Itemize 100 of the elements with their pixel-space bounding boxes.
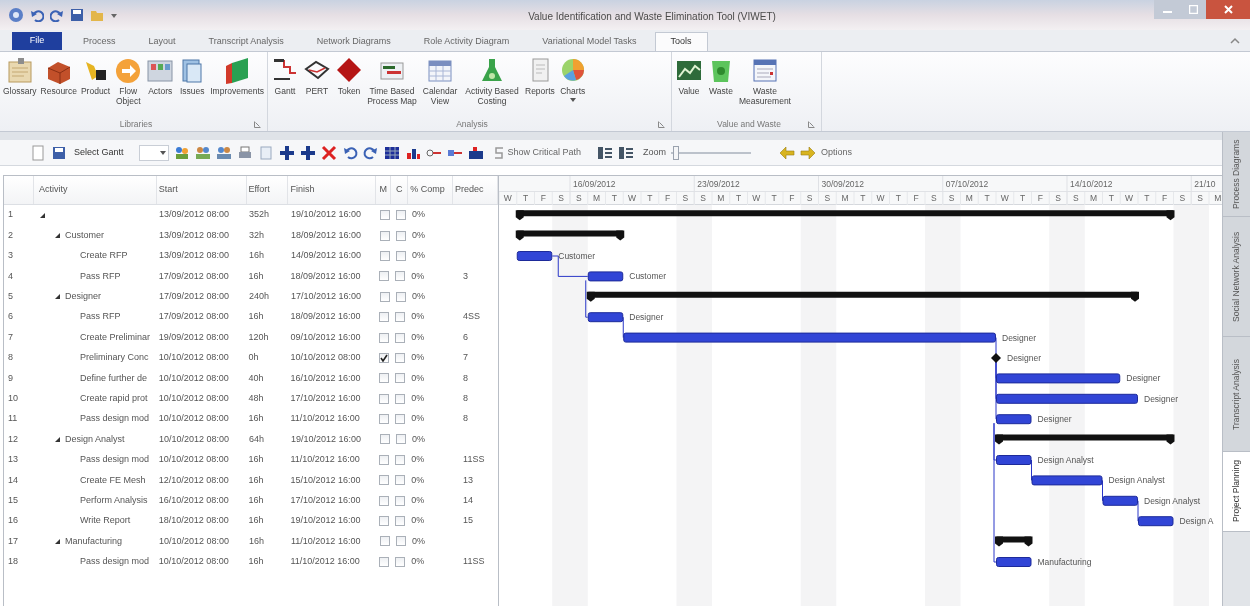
indent-icon[interactable] — [618, 144, 635, 161]
caret-icon[interactable] — [569, 98, 576, 102]
column-header[interactable]: M — [376, 176, 392, 204]
expanded-triangle-icon[interactable] — [54, 232, 61, 240]
checkbox[interactable] — [378, 352, 389, 363]
checkbox[interactable] — [394, 414, 405, 425]
summary-bar[interactable] — [515, 230, 625, 241]
summary-bar[interactable] — [995, 434, 1175, 445]
checkbox[interactable] — [379, 536, 390, 547]
corner-arrow-icon[interactable] — [658, 120, 665, 128]
task-bar[interactable] — [516, 251, 553, 261]
checkbox[interactable] — [394, 454, 405, 465]
column-header[interactable]: Activity — [33, 176, 157, 204]
ribbon-button[interactable]: Actors — [145, 56, 176, 96]
side-tab[interactable]: Process Diagrams — [1223, 132, 1250, 217]
ribbon-button[interactable]: Calendar View — [420, 56, 460, 106]
maximize-button[interactable] — [1180, 0, 1206, 19]
checkbox[interactable] — [379, 434, 390, 445]
ribbon-button[interactable]: Glossary — [2, 56, 38, 96]
corner-arrow-icon[interactable] — [254, 120, 261, 128]
people-icon[interactable] — [173, 144, 190, 161]
checkbox[interactable] — [378, 454, 389, 465]
ribbon-tab[interactable]: Network Diagrams — [301, 32, 406, 51]
ribbon-tab[interactable]: Process — [68, 32, 131, 51]
ribbon-tab[interactable]: Tools — [654, 32, 708, 51]
expanded-triangle-icon[interactable] — [54, 537, 61, 545]
minimize-button[interactable] — [1154, 0, 1180, 19]
options-button[interactable]: Options — [821, 145, 853, 160]
checkbox[interactable] — [394, 475, 405, 486]
column-header[interactable]: C — [391, 176, 409, 204]
checkbox[interactable] — [378, 475, 389, 486]
checkbox[interactable] — [394, 393, 405, 404]
chart-icon[interactable] — [467, 144, 484, 161]
task-bar[interactable] — [996, 414, 1032, 425]
checkbox[interactable] — [379, 210, 390, 221]
ribbon-button[interactable]: Gantt — [270, 56, 300, 96]
checkbox[interactable] — [378, 312, 389, 323]
checkbox[interactable] — [378, 414, 389, 425]
redo-icon[interactable] — [50, 8, 64, 22]
checkbox[interactable] — [394, 271, 405, 282]
ribbon-button[interactable]: Time Based Process Map — [366, 56, 418, 106]
ribbon-tab[interactable]: Role Activity Diagram — [408, 32, 525, 51]
people-icon[interactable] — [194, 144, 211, 161]
milestone-diamond[interactable] — [991, 353, 1001, 363]
column-header[interactable]: Predec — [453, 176, 498, 204]
redo-icon[interactable] — [362, 144, 379, 161]
caret-icon[interactable] — [159, 150, 166, 155]
task-bar[interactable] — [1138, 516, 1174, 527]
page-icon[interactable] — [30, 144, 46, 161]
close-button[interactable] — [1206, 0, 1250, 19]
indent-icon[interactable] — [597, 144, 614, 161]
checkbox[interactable] — [378, 516, 389, 527]
save-icon[interactable] — [70, 8, 84, 22]
checkbox[interactable] — [394, 373, 405, 384]
checkbox[interactable] — [378, 393, 389, 404]
task-bar[interactable] — [996, 373, 1121, 384]
summary-bar[interactable] — [586, 291, 1139, 302]
caret-icon[interactable] — [110, 11, 118, 19]
critical-path-button[interactable]: Show Critical Path — [492, 145, 582, 160]
column-header[interactable]: Effort — [246, 176, 289, 204]
checkbox[interactable] — [395, 536, 406, 547]
undo-icon[interactable] — [30, 8, 44, 22]
ribbon-button[interactable]: Charts — [557, 56, 588, 102]
ribbon-button[interactable]: Activity Based Costing — [462, 56, 522, 106]
checkbox[interactable] — [394, 352, 405, 363]
corner-arrow-icon[interactable] — [808, 120, 815, 128]
task-bar[interactable] — [587, 312, 624, 323]
checkbox[interactable] — [394, 312, 405, 323]
maximize-icon[interactable] — [1188, 5, 1198, 14]
summary-bar[interactable] — [995, 536, 1033, 547]
zoom-slider[interactable] — [671, 145, 752, 160]
plus-icon[interactable] — [278, 144, 295, 161]
ribbon-button[interactable]: Product — [79, 56, 112, 96]
plus-icon[interactable] — [299, 144, 316, 161]
checkbox[interactable] — [379, 291, 390, 302]
ribbon-button[interactable]: Token — [334, 56, 364, 96]
ribbon-button[interactable]: PERT — [302, 56, 332, 96]
checkbox[interactable] — [378, 373, 389, 384]
checkbox[interactable] — [378, 495, 389, 506]
delete-icon[interactable] — [320, 144, 337, 161]
grid-icon[interactable] — [383, 144, 400, 161]
checkbox[interactable] — [378, 556, 389, 567]
checkbox[interactable] — [394, 516, 405, 527]
ribbon-button[interactable]: Resource — [39, 56, 78, 96]
checkbox[interactable] — [378, 271, 389, 282]
column-header[interactable]: % Comp — [408, 176, 454, 204]
checkbox[interactable] — [394, 556, 405, 567]
ribbon-tab[interactable]: File — [12, 32, 62, 50]
task-bar[interactable] — [587, 271, 624, 282]
app-icon[interactable] — [8, 7, 24, 23]
task-bar[interactable] — [996, 393, 1138, 404]
side-tab[interactable]: Social Network Analysis — [1223, 217, 1250, 337]
checkbox[interactable] — [395, 250, 406, 261]
ribbon-button[interactable]: Waste — [706, 56, 736, 96]
undo-icon[interactable] — [341, 144, 358, 161]
printer-icon[interactable] — [236, 144, 253, 161]
task-bar[interactable] — [996, 557, 1032, 567]
people-icon[interactable] — [215, 144, 232, 161]
column-header[interactable]: Start — [156, 176, 247, 204]
side-tab[interactable]: Project Planning — [1223, 452, 1250, 532]
